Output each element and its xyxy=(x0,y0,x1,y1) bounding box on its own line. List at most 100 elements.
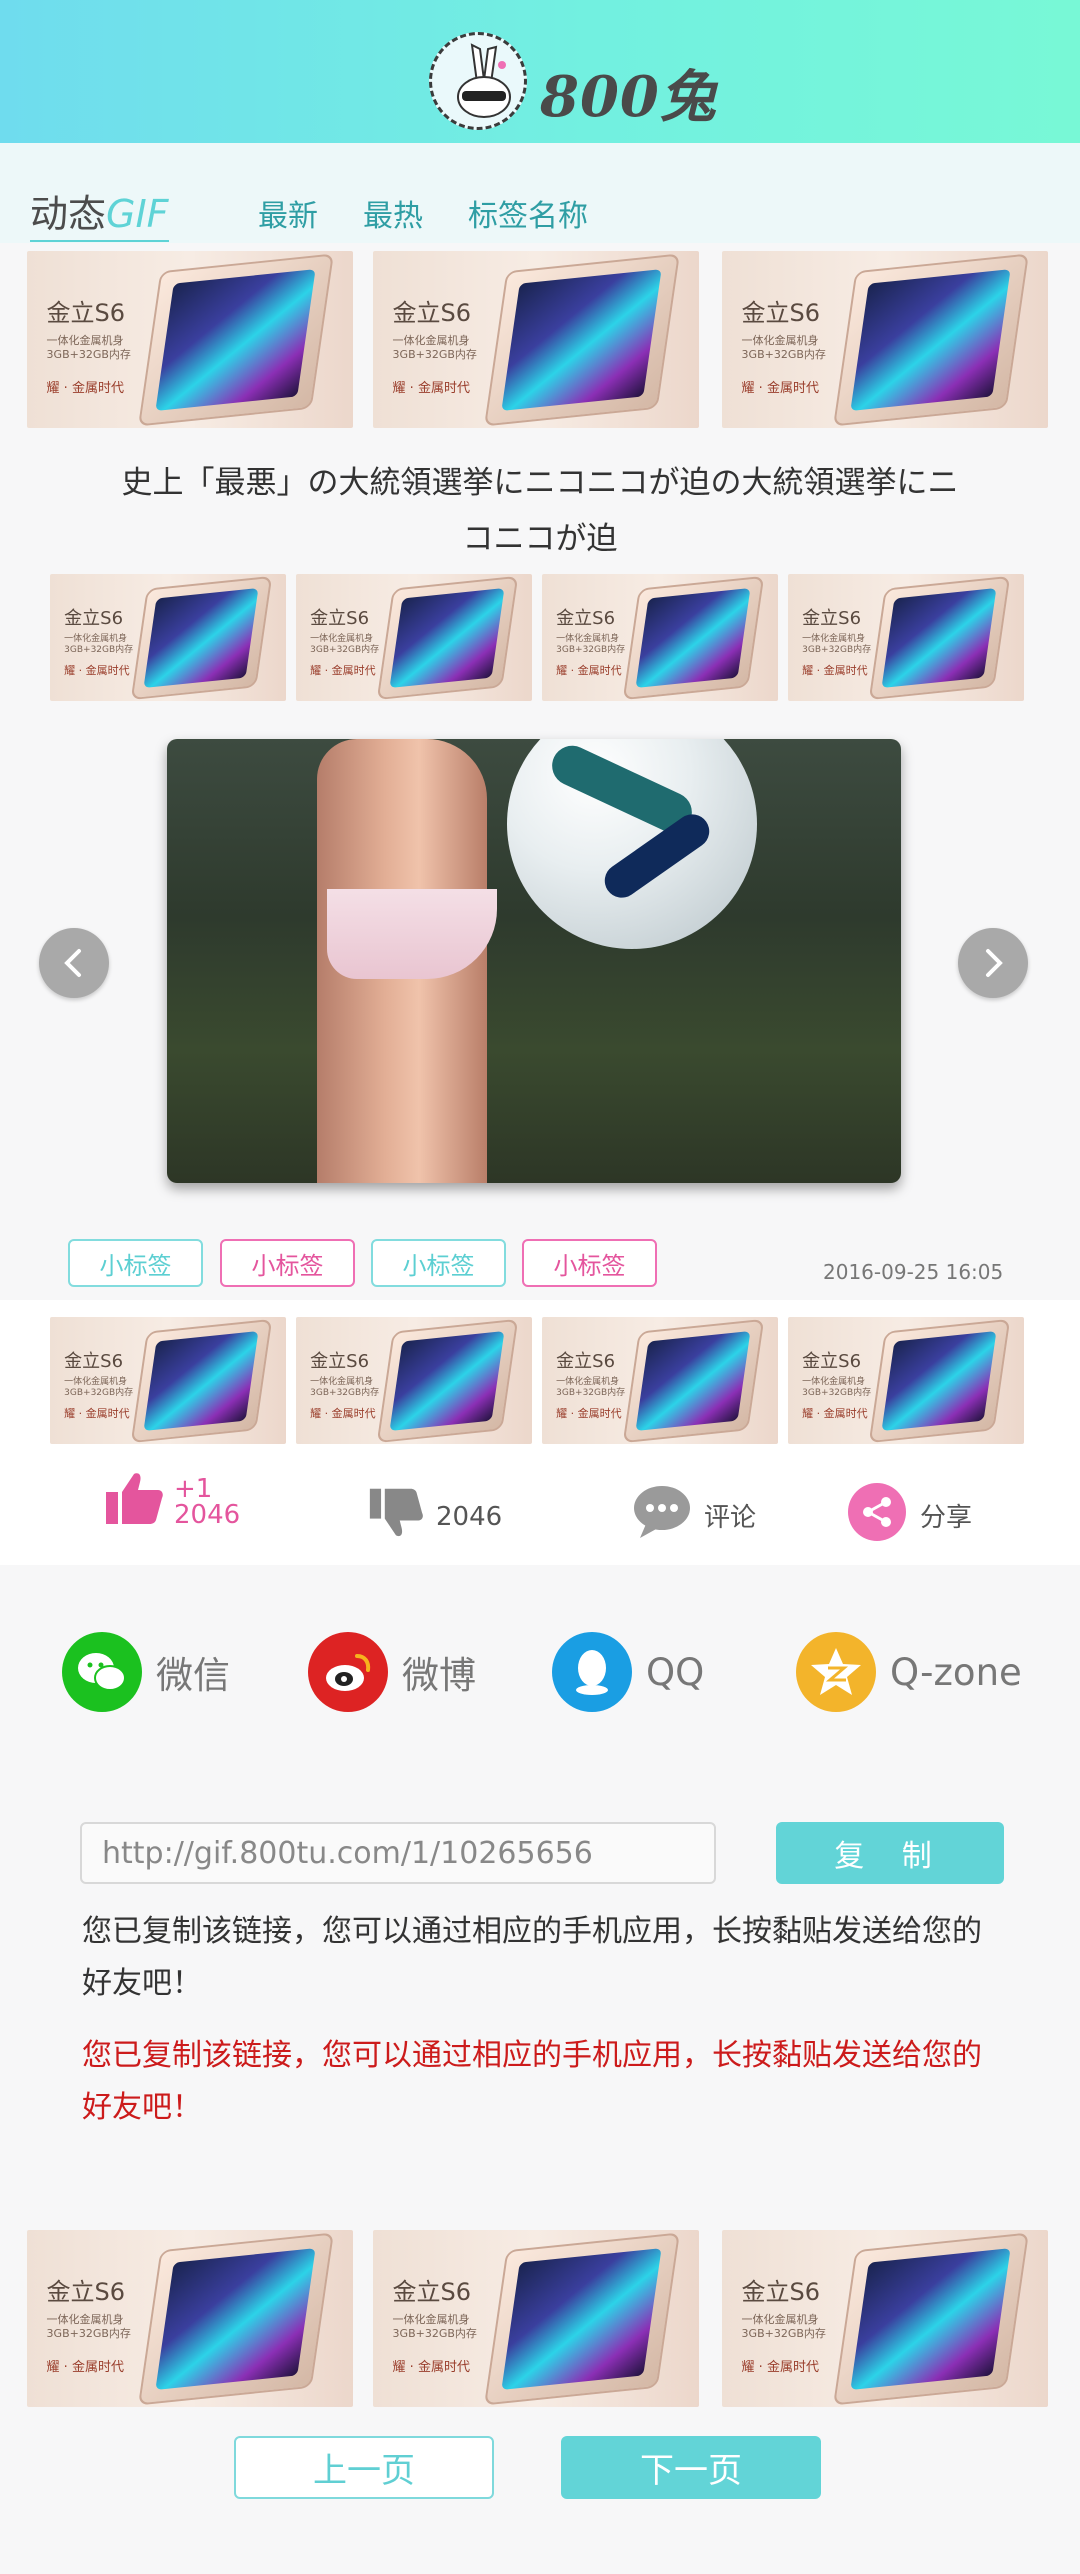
ad-title: 金立S6 xyxy=(310,1351,370,1373)
share-qq[interactable]: QQ xyxy=(552,1632,704,1712)
comment-button[interactable]: 评论 xyxy=(632,1484,756,1547)
ad-banner[interactable]: 金立S6 一体化金属机身 3GB+32GB内存 耀 · 金属时代 xyxy=(788,574,1024,701)
ad-brand: 耀 · 金属时代 xyxy=(802,664,868,678)
share-wechat[interactable]: 微信 xyxy=(62,1632,230,1712)
nav-link-latest[interactable]: 最新 xyxy=(258,191,318,235)
phone-image xyxy=(483,253,680,426)
comment-bubble-icon xyxy=(632,1484,692,1547)
ad-banner[interactable]: 金立S6 一体化金属机身 3GB+32GB内存 耀 · 金属时代 xyxy=(27,2230,353,2407)
ad-subtitle: 一体化金属机身 3GB+32GB内存 xyxy=(741,2313,826,2341)
phone-image xyxy=(622,1318,764,1443)
category-nav: 动态GIF 最新 最热 标签名称 xyxy=(0,143,1080,243)
ad-subtitle: 一体化金属机身 3GB+32GB内存 xyxy=(556,1376,626,1398)
share-weibo[interactable]: 微博 xyxy=(308,1632,476,1712)
ad-title: 金立S6 xyxy=(64,608,124,630)
phone-image xyxy=(376,1318,518,1443)
share-qzone[interactable]: Q-zone xyxy=(796,1632,1022,1712)
phone-image xyxy=(376,575,518,700)
like-button[interactable]: +1 2046 xyxy=(104,1470,240,1533)
ad-banner[interactable]: 金立S6 一体化金属机身 3GB+32GB内存 耀 · 金属时代 xyxy=(722,251,1048,428)
ad-banner[interactable]: 金立S6 一体化金属机身 3GB+32GB内存 耀 · 金属时代 xyxy=(296,1317,532,1444)
nav-title[interactable]: 动态GIF xyxy=(30,183,169,242)
ad-title: 金立S6 xyxy=(802,608,862,630)
tag-chip[interactable]: 小标签 xyxy=(220,1239,355,1287)
prev-page-button[interactable]: 上一页 xyxy=(234,2436,494,2499)
ad-title: 金立S6 xyxy=(741,2278,821,2307)
ad-subtitle: 一体化金属机身 3GB+32GB内存 xyxy=(392,2313,477,2341)
ad-subtitle: 一体化金属机身 3GB+32GB内存 xyxy=(392,334,477,362)
nav-link-hottest[interactable]: 最热 xyxy=(363,191,423,235)
prev-image-arrow-icon[interactable] xyxy=(39,928,109,998)
next-page-button[interactable]: 下一页 xyxy=(561,2436,821,2499)
dislike-button[interactable]: 2046 xyxy=(368,1485,502,1548)
ad-subtitle: 一体化金属机身 3GB+32GB内存 xyxy=(310,633,380,655)
ad-brand: 耀 · 金属时代 xyxy=(392,381,470,397)
ad-banner[interactable]: 金立S6 一体化金属机身 3GB+32GB内存 耀 · 金属时代 xyxy=(373,2230,699,2407)
tag-chip[interactable]: 小标签 xyxy=(522,1239,657,1287)
ad-title: 金立S6 xyxy=(310,608,370,630)
ad-subtitle: 一体化金属机身 3GB+32GB内存 xyxy=(802,633,872,655)
phone-image xyxy=(137,253,334,426)
ad-title: 金立S6 xyxy=(392,2278,472,2307)
ad-brand: 耀 · 金属时代 xyxy=(46,381,124,397)
phone-image xyxy=(130,575,272,700)
ad-brand: 耀 · 金属时代 xyxy=(310,1407,376,1421)
ad-subtitle: 一体化金属机身 3GB+32GB内存 xyxy=(556,633,626,655)
tag-chip[interactable]: 小标签 xyxy=(68,1239,203,1287)
dislike-count: 2046 xyxy=(436,1501,503,1532)
ad-subtitle: 一体化金属机身 3GB+32GB内存 xyxy=(741,334,826,362)
ad-brand: 耀 · 金属时代 xyxy=(556,664,622,678)
phone-image xyxy=(622,575,764,700)
ad-title: 金立S6 xyxy=(802,1351,862,1373)
ad-banner[interactable]: 金立S6 一体化金属机身 3GB+32GB内存 耀 · 金属时代 xyxy=(50,1317,286,1444)
ad-banner[interactable]: 金立S6 一体化金属机身 3GB+32GB内存 耀 · 金属时代 xyxy=(788,1317,1024,1444)
main-gif-image[interactable] xyxy=(167,739,901,1183)
ad-title: 金立S6 xyxy=(46,299,126,328)
share-url-input[interactable] xyxy=(80,1822,716,1884)
ad-subtitle: 一体化金属机身 3GB+32GB内存 xyxy=(46,2313,131,2341)
ad-brand: 耀 · 金属时代 xyxy=(556,1407,622,1421)
phone-image xyxy=(832,2232,1029,2405)
share-icon xyxy=(848,1483,906,1548)
copy-message: 您已复制该链接，您可以通过相应的手机应用，长按黏贴发送给您的好友吧！ xyxy=(82,1914,982,2001)
ad-title: 金立S6 xyxy=(392,299,472,328)
phone-image xyxy=(483,2232,680,2405)
ad-subtitle: 一体化金属机身 3GB+32GB内存 xyxy=(802,1376,872,1398)
nav-link-tag-name[interactable]: 标签名称 xyxy=(468,191,588,235)
ad-title: 金立S6 xyxy=(741,299,821,328)
post-headline: 史上「最悪」の大統領選挙にニコニコが迫の大統領選挙にニコニコが迫 xyxy=(121,465,959,557)
share-qzone-label: Q-zone xyxy=(890,1650,1022,1694)
ad-brand: 耀 · 金属时代 xyxy=(741,381,819,397)
phone-image xyxy=(130,1318,272,1443)
phone-image xyxy=(137,2232,334,2405)
share-button[interactable]: 分享 xyxy=(848,1483,972,1548)
share-qq-label: QQ xyxy=(646,1650,705,1694)
ad-banner[interactable]: 金立S6 一体化金属机身 3GB+32GB内存 耀 · 金属时代 xyxy=(542,1317,778,1444)
share-label: 分享 xyxy=(920,1503,973,1533)
next-image-arrow-icon[interactable] xyxy=(958,928,1028,998)
thumbs-up-icon xyxy=(104,1470,164,1533)
post-date: 2016-09-25 16:05 xyxy=(823,1260,1004,1284)
ad-subtitle: 一体化金属机身 3GB+32GB内存 xyxy=(64,633,134,655)
wechat-icon xyxy=(62,1632,142,1712)
ad-banner[interactable]: 金立S6 一体化金属机身 3GB+32GB内存 耀 · 金属时代 xyxy=(373,251,699,428)
ad-brand: 耀 · 金属时代 xyxy=(802,1407,868,1421)
logo-rabbit-icon[interactable] xyxy=(429,32,527,130)
ad-banner[interactable]: 金立S6 一体化金属机身 3GB+32GB内存 耀 · 金属时代 xyxy=(27,251,353,428)
ad-banner[interactable]: 金立S6 一体化金属机身 3GB+32GB内存 耀 · 金属时代 xyxy=(296,574,532,701)
ad-banner[interactable]: 金立S6 一体化金属机身 3GB+32GB内存 耀 · 金属时代 xyxy=(50,574,286,701)
ad-banner[interactable]: 金立S6 一体化金属机身 3GB+32GB内存 耀 · 金属时代 xyxy=(722,2230,1048,2407)
ad-brand: 耀 · 金属时代 xyxy=(392,2360,470,2376)
tag-chip[interactable]: 小标签 xyxy=(371,1239,506,1287)
copy-button[interactable]: 复 制 xyxy=(776,1822,1004,1884)
ad-title: 金立S6 xyxy=(556,1351,616,1373)
phone-image xyxy=(868,575,1010,700)
ad-banner[interactable]: 金立S6 一体化金属机身 3GB+32GB内存 耀 · 金属时代 xyxy=(542,574,778,701)
ad-brand: 耀 · 金属时代 xyxy=(310,664,376,678)
comment-label: 评论 xyxy=(704,1503,757,1533)
ad-title: 金立S6 xyxy=(46,2278,126,2307)
like-count-group: +1 2046 xyxy=(174,1476,240,1528)
logo-text[interactable]: 800兔 xyxy=(540,52,717,133)
copy-message-red: 您已复制该链接，您可以通过相应的手机应用，长按黏贴发送给您的好友吧！ xyxy=(82,2038,982,2125)
ad-brand: 耀 · 金属时代 xyxy=(741,2360,819,2376)
